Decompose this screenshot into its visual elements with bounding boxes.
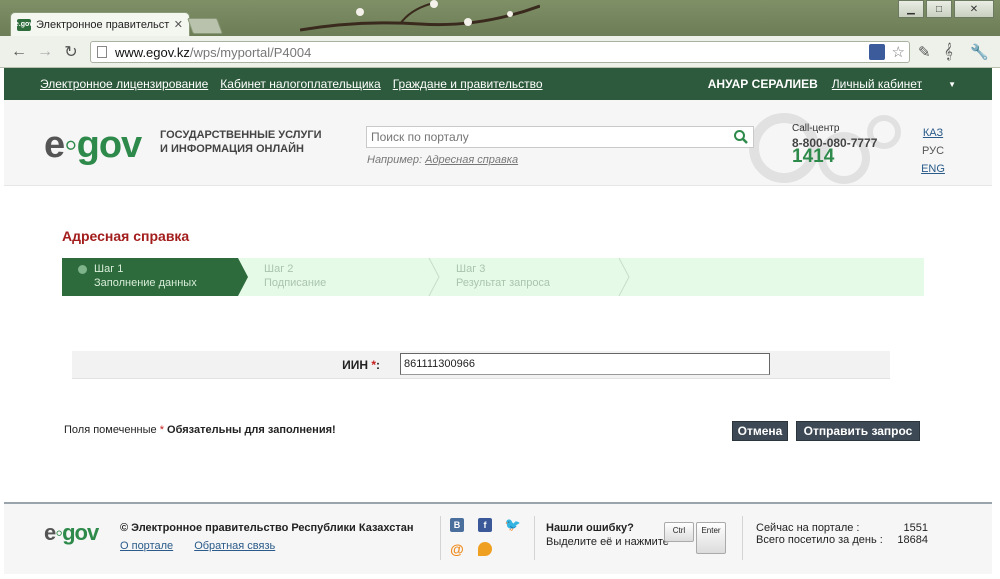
cherry-branch-icon	[300, 0, 540, 32]
tab-close-icon[interactable]: ✕	[174, 18, 183, 31]
nav-link-licensing[interactable]: Электронное лицензирование	[40, 77, 208, 91]
step-3: Шаг 3 Результат запроса	[456, 263, 551, 289]
page-title: Адресная справка	[62, 228, 190, 244]
step-2: Шаг 2 Подписание	[264, 263, 327, 289]
user-name: АНУАР СЕРАЛИЕВ	[707, 77, 818, 91]
portal-search	[366, 126, 754, 148]
egov-site: Электронное лицензирование Кабинет налог…	[4, 68, 992, 574]
reload-icon[interactable]: ↻	[60, 42, 82, 62]
about-link[interactable]: О портале	[120, 540, 173, 552]
site-footer: e◦gov © Электронное правительство Респуб…	[4, 502, 992, 574]
feedback-link[interactable]: Обратная связь	[194, 540, 275, 552]
favicon-icon: e.gov	[15, 18, 33, 31]
lang-rus: РУС	[921, 145, 945, 157]
footer-links: О портале Обратная связь	[120, 540, 293, 552]
window-close-icon[interactable]: ✕	[954, 0, 994, 18]
facebook-icon[interactable]: f	[478, 518, 492, 532]
step-indicator-icon	[78, 265, 87, 274]
required-note: Поля помеченные * Обязательны для заполн…	[64, 424, 336, 436]
new-tab-button[interactable]	[187, 18, 223, 34]
step-separator-icon	[618, 258, 630, 296]
language-switcher: КАЗ РУС ENG	[920, 124, 946, 178]
personal-cabinet-link[interactable]: Личный кабинет	[832, 77, 922, 91]
twitter-icon[interactable]: 🐦	[505, 517, 521, 532]
browser-tab[interactable]: e.gov Электронное правительство ✕	[10, 12, 190, 36]
visitor-stats: Сейчас на портале : 1551 Всего посетило …	[756, 522, 928, 546]
browser-toolbar: ← → ↻ www.egov.kz /wps/myportal/P4004 ☆ …	[0, 36, 1000, 68]
example-link[interactable]: Адресная справка	[425, 154, 518, 166]
lang-eng[interactable]: ENG	[920, 160, 946, 178]
error-hint: Выделите её и нажмите	[546, 536, 669, 548]
nav-link-citizens[interactable]: Граждане и правительство	[393, 77, 543, 91]
footer-copyright: © Электронное правительство Республики К…	[120, 522, 414, 534]
music-clef-icon[interactable]: 𝄞	[944, 43, 953, 60]
vk-icon[interactable]: B	[450, 518, 464, 532]
wrench-icon[interactable]: 🔧	[970, 43, 989, 61]
maximize-icon[interactable]: □	[926, 0, 952, 18]
tab-bar: e.gov Электронное правительство ✕ ▁ □ ✕	[0, 0, 1000, 36]
address-bar[interactable]: www.egov.kz /wps/myportal/P4004 ☆	[90, 41, 910, 63]
mail-ru-icon[interactable]: @	[450, 541, 464, 557]
minimize-icon[interactable]: ▁	[898, 0, 924, 18]
enter-key-icon: Enter	[696, 522, 726, 554]
visits-count: 18684	[897, 534, 928, 546]
site-tagline: ГОСУДАРСТВЕННЫЕ УСЛУГИ И ИНФОРМАЦИЯ ОНЛА…	[160, 129, 322, 155]
bookmark-star-icon[interactable]: ☆	[892, 43, 905, 61]
online-count: 1551	[903, 522, 928, 534]
page-icon	[97, 46, 107, 58]
chevron-down-icon[interactable]: ▼	[948, 80, 956, 89]
lang-kaz[interactable]: КАЗ	[920, 124, 946, 142]
window-controls: ▁ □ ✕	[896, 0, 994, 18]
cancel-button[interactable]: Отмена	[732, 421, 788, 441]
ctrl-key-icon: Ctrl	[664, 522, 694, 542]
top-navigation: Электронное лицензирование Кабинет налог…	[4, 68, 992, 100]
chat-icon[interactable]	[478, 542, 492, 556]
forward-arrow-icon[interactable]: →	[34, 42, 56, 62]
error-title: Нашли ошибку?	[546, 522, 634, 534]
iin-label: ИИН *:	[342, 358, 380, 372]
back-arrow-icon[interactable]: ←	[8, 42, 30, 62]
wizard-steps: Шаг 1 Заполнение данных Шаг 2 Подписание…	[62, 258, 924, 296]
iin-input[interactable]	[400, 353, 770, 375]
extension-icon[interactable]	[869, 44, 885, 60]
egov-logo[interactable]: e◦gov	[44, 124, 142, 167]
url-host: www.egov.kz	[115, 44, 190, 60]
call-center: Call-центр 8-800-080-7777 1414	[792, 123, 878, 167]
send-request-button[interactable]: Отправить запрос	[796, 421, 920, 441]
search-input[interactable]	[371, 130, 733, 144]
call-short-number: 1414	[792, 146, 835, 167]
tab-title: Электронное правительство	[36, 18, 170, 31]
nav-link-taxpayer[interactable]: Кабинет налогоплательщика	[220, 77, 380, 91]
site-header: e◦gov ГОСУДАРСТВЕННЫЕ УСЛУГИ И ИНФОРМАЦИ…	[4, 100, 992, 186]
search-icon[interactable]	[733, 129, 749, 145]
step-1: Шаг 1 Заполнение данных	[62, 258, 248, 296]
url-path: /wps/myportal/P4004	[189, 44, 312, 60]
search-example: Например: Адресная справка	[367, 154, 519, 166]
pen-tool-icon[interactable]: ✎	[918, 43, 931, 61]
footer-egov-logo[interactable]: e◦gov	[44, 520, 99, 546]
browser-chrome: e.gov Электронное правительство ✕ ▁ □ ✕ …	[0, 0, 1000, 68]
iin-row: ИИН *:	[72, 351, 890, 379]
